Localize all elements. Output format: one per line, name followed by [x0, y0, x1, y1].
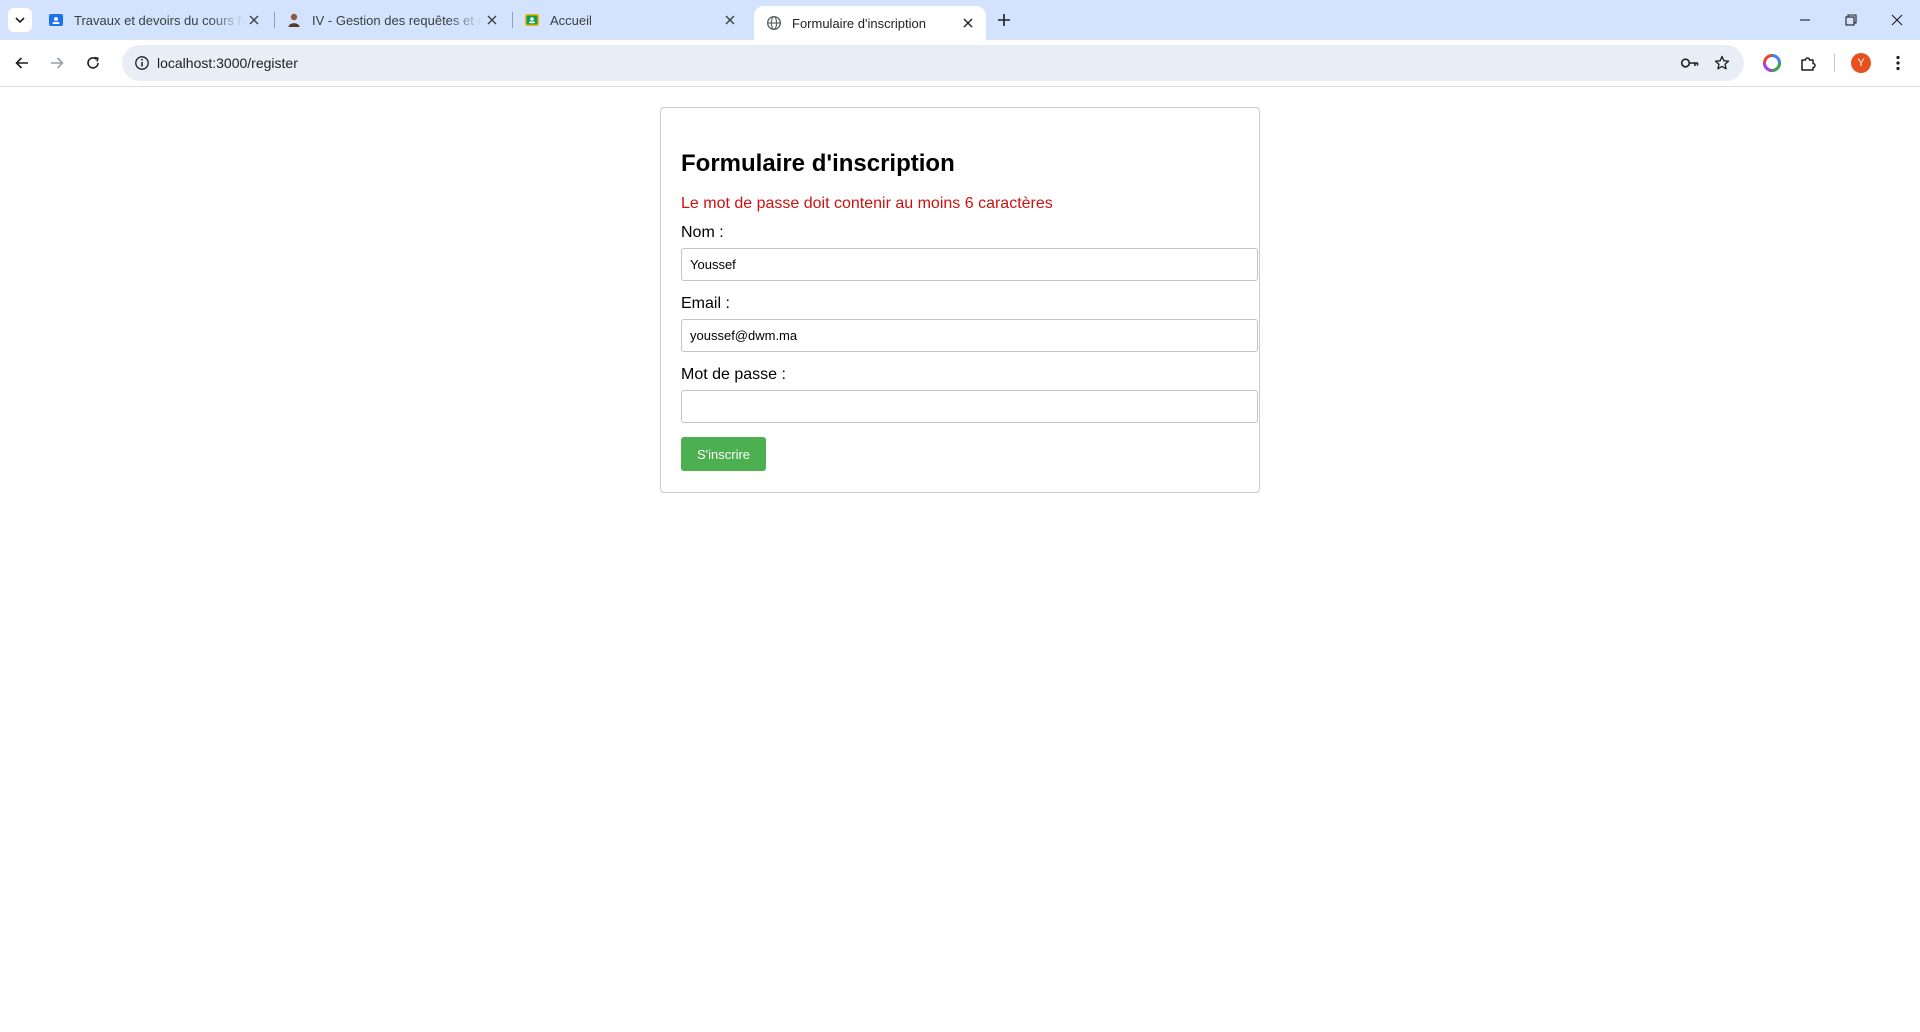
- profile-avatar[interactable]: Y: [1847, 49, 1875, 77]
- password-field[interactable]: [681, 390, 1258, 423]
- email-field[interactable]: [681, 319, 1258, 352]
- tab-title: IV - Gestion des requêtes et rép: [312, 12, 482, 28]
- browser-toolbar: localhost:3000/register Y: [0, 40, 1920, 87]
- registration-form-card: Formulaire d'inscription Le mot de passe…: [660, 107, 1260, 493]
- tab-formulaire-inscription[interactable]: Formulaire d'inscription: [754, 6, 986, 40]
- restore-button[interactable]: [1828, 0, 1874, 40]
- tab-strip: Travaux et devoirs du cours No IV - Gest…: [0, 0, 1920, 40]
- bookmark-star-icon[interactable]: [1710, 51, 1734, 75]
- close-window-button[interactable]: [1874, 0, 1920, 40]
- address-bar[interactable]: localhost:3000/register: [122, 45, 1744, 81]
- name-field[interactable]: [681, 248, 1258, 281]
- kebab-menu-icon: [1896, 55, 1900, 71]
- email-label: Email :: [681, 295, 730, 312]
- new-tab-button[interactable]: [990, 8, 1018, 32]
- tab-search-button[interactable]: [8, 8, 32, 32]
- forward-button[interactable]: [42, 48, 72, 78]
- chevron-down-icon: [15, 17, 25, 24]
- password-label: Mot de passe :: [681, 366, 786, 383]
- tab-title: Travaux et devoirs du cours No: [74, 12, 244, 28]
- close-icon[interactable]: [720, 10, 740, 30]
- tab-accueil[interactable]: Accueil: [512, 0, 748, 40]
- minimize-button[interactable]: [1782, 0, 1828, 40]
- globe-icon: [766, 15, 782, 31]
- arrow-left-icon: [15, 57, 28, 69]
- classroom-icon: [524, 12, 540, 28]
- tab-title: Accueil: [550, 12, 592, 28]
- page-title: Formulaire d'inscription: [681, 150, 955, 177]
- reload-button[interactable]: [78, 48, 108, 78]
- tab-travaux[interactable]: Travaux et devoirs du cours No: [36, 0, 272, 40]
- close-icon: [1891, 14, 1903, 26]
- toolbar-divider: [1834, 54, 1835, 72]
- classroom-icon: [48, 12, 64, 28]
- reload-icon: [87, 56, 99, 69]
- minimize-icon: [1800, 19, 1810, 21]
- plus-icon: [998, 14, 1010, 26]
- arrow-right-icon: [51, 57, 64, 69]
- close-icon[interactable]: [482, 10, 502, 30]
- tab-title: Formulaire d'inscription: [792, 15, 926, 31]
- name-label: Nom :: [681, 224, 724, 241]
- extensions-puzzle-icon[interactable]: [1794, 49, 1822, 77]
- error-message: Le mot de passe doit contenir au moins 6…: [681, 195, 1053, 212]
- avatar: Y: [1851, 53, 1871, 73]
- tab-gestion-requetes[interactable]: IV - Gestion des requêtes et rép: [274, 0, 510, 40]
- person-icon: [286, 12, 302, 28]
- menu-button[interactable]: [1884, 49, 1912, 77]
- color-extension-icon[interactable]: [1758, 49, 1786, 77]
- back-button[interactable]: [7, 48, 37, 78]
- close-icon[interactable]: [958, 13, 978, 33]
- password-key-icon[interactable]: [1678, 51, 1702, 75]
- site-info-icon[interactable]: [130, 51, 154, 75]
- register-button[interactable]: S'inscrire: [681, 437, 766, 471]
- url-text[interactable]: localhost:3000/register: [157, 45, 298, 81]
- restore-icon: [1845, 14, 1857, 26]
- close-icon[interactable]: [244, 10, 264, 30]
